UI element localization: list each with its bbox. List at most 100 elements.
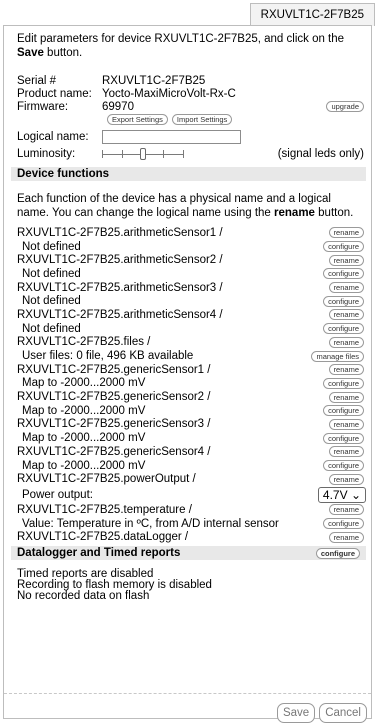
footer-buttons: Save Cancel xyxy=(276,703,367,723)
save-button[interactable]: Save xyxy=(276,703,316,723)
status-line: No recorded data on flash xyxy=(17,590,150,603)
upgrade-button[interactable]: upgrade xyxy=(326,101,364,112)
datalogger-header: Datalogger and Timed reports configure xyxy=(11,546,366,561)
logical-name-input[interactable] xyxy=(102,130,241,144)
configure-button[interactable]: configure xyxy=(323,460,364,472)
function-value: Not defined xyxy=(22,267,81,280)
manage-files-button[interactable]: manage files xyxy=(311,350,364,362)
function-name-row: RXUVLT1C-2F7B25.genericSensor3 / rename xyxy=(17,418,364,432)
slider-tick xyxy=(163,150,164,158)
import-settings-button[interactable]: Import Settings xyxy=(171,113,233,125)
configure-button[interactable]: configure xyxy=(323,241,364,253)
tab-device[interactable]: RXUVLT1C-2F7B25 xyxy=(249,3,375,26)
configure-button[interactable]: configure xyxy=(323,405,364,417)
function-name-row: RXUVLT1C-2F7B25.dataLogger / rename xyxy=(17,530,364,544)
slider-tick xyxy=(122,150,123,158)
serial-label: Serial # xyxy=(17,74,56,87)
rename-button[interactable]: rename xyxy=(328,254,364,266)
configure-button[interactable]: configure xyxy=(323,377,364,389)
product-label: Product name: xyxy=(17,87,92,100)
rename-button[interactable]: rename xyxy=(328,309,364,321)
configure-button[interactable]: configure xyxy=(323,268,364,280)
rename-button[interactable]: rename xyxy=(328,418,364,430)
configure-button[interactable]: configure xyxy=(323,518,364,530)
function-value-row: Not defined configure xyxy=(17,267,364,281)
function-name-row: RXUVLT1C-2F7B25.genericSensor2 / rename xyxy=(17,390,364,404)
function-value-row: Not defined configure xyxy=(17,294,364,308)
rename-button[interactable]: rename xyxy=(328,227,364,239)
luminosity-row: Luminosity: (signal leds only) xyxy=(17,145,364,163)
configure-button[interactable]: configure xyxy=(323,295,364,307)
function-value: Map to -2000...2000 mV xyxy=(22,377,146,390)
luminosity-label: Luminosity: xyxy=(17,148,76,160)
function-name-row: RXUVLT1C-2F7B25.arithmeticSensor2 / renam… xyxy=(17,253,364,267)
function-value-row: Value: Temperature in ºC, from A/D inter… xyxy=(17,517,364,531)
section-title: Datalogger and Timed reports xyxy=(17,547,181,560)
firmware-value: 69970 xyxy=(102,100,134,113)
intro-text: Edit parameters for device RXUVLT1C-2F7B… xyxy=(17,33,345,59)
function-name: RXUVLT1C-2F7B25.arithmeticSensor4 / xyxy=(17,308,223,321)
logical-name-label: Logical name: xyxy=(17,131,89,143)
datalogger-configure-button[interactable]: configure xyxy=(315,547,360,559)
product-row: Product name: Yocto-MaxiMicroVolt-Rx-C xyxy=(17,87,364,100)
function-name-row: RXUVLT1C-2F7B25.genericSensor1 / rename xyxy=(17,363,364,377)
settings-buttons: Export Settings Import Settings xyxy=(17,113,364,125)
section-title: Device functions xyxy=(17,168,110,180)
function-value: Map to -2000...2000 mV xyxy=(22,404,146,417)
cancel-button[interactable]: Cancel xyxy=(319,703,367,723)
export-settings-button[interactable]: Export Settings xyxy=(107,113,168,125)
function-value: Not defined xyxy=(22,240,81,253)
rename-button[interactable]: rename xyxy=(328,282,364,294)
slider-thumb[interactable] xyxy=(139,148,146,160)
product-value: Yocto-MaxiMicroVolt-Rx-C xyxy=(102,87,236,100)
configure-button[interactable]: configure xyxy=(323,323,364,335)
function-name-row: RXUVLT1C-2F7B25.arithmeticSensor4 / renam… xyxy=(17,308,364,322)
rename-button[interactable]: rename xyxy=(328,504,364,516)
function-name: RXUVLT1C-2F7B25.arithmeticSensor3 / xyxy=(17,281,223,294)
function-name: RXUVLT1C-2F7B25.temperature / xyxy=(17,503,192,516)
functions-intro: Each function of the device has a physic… xyxy=(17,193,354,219)
function-value-row: Map to -2000...2000 mV configure xyxy=(17,431,364,445)
function-name: RXUVLT1C-2F7B25.genericSensor1 / xyxy=(17,363,211,376)
rename-button[interactable]: rename xyxy=(328,364,364,376)
rename-button[interactable]: rename xyxy=(328,391,364,403)
firmware-row: Firmware: 69970 upgrade xyxy=(17,100,364,113)
datalogger-status: Timed reports are disabled Recording to … xyxy=(17,568,364,603)
function-list: RXUVLT1C-2F7B25.arithmeticSensor1 / renam… xyxy=(17,226,364,472)
function-value: Map to -2000...2000 mV xyxy=(22,432,146,445)
power-output-select[interactable]: 4.7V ⌄ xyxy=(317,486,366,503)
function-name-row: RXUVLT1C-2F7B25.genericSensor4 / rename xyxy=(17,445,364,459)
function-value-row: Map to -2000...2000 mV configure xyxy=(17,459,364,473)
function-value-row: Not defined configure xyxy=(17,322,364,336)
configure-button[interactable]: configure xyxy=(323,432,364,444)
function-name-row: RXUVLT1C-2F7B25.files / rename xyxy=(17,336,364,350)
firmware-label: Firmware: xyxy=(17,100,69,113)
rename-button[interactable]: rename xyxy=(328,336,364,348)
chevron-down-icon: ⌄ xyxy=(350,487,361,502)
function-value: Not defined xyxy=(22,322,81,335)
function-name: RXUVLT1C-2F7B25.genericSensor4 / xyxy=(17,445,211,458)
function-value-row: Not defined configure xyxy=(17,240,364,254)
function-name: RXUVLT1C-2F7B25.genericSensor3 / xyxy=(17,418,211,431)
rename-button[interactable]: rename xyxy=(328,473,364,485)
logical-name-row: Logical name: xyxy=(17,129,364,145)
rename-button[interactable]: rename xyxy=(328,531,364,543)
function-name-row: RXUVLT1C-2F7B25.arithmeticSensor3 / renam… xyxy=(17,281,364,295)
footer-divider xyxy=(4,693,371,694)
function-name: RXUVLT1C-2F7B25.powerOutput / xyxy=(17,473,196,486)
function-name: RXUVLT1C-2F7B25.files / xyxy=(17,336,151,349)
function-value-row: User files: 0 file, 496 KB available mana… xyxy=(17,349,364,363)
luminosity-slider[interactable] xyxy=(102,147,184,161)
rename-button[interactable]: rename xyxy=(328,446,364,458)
slider-tick xyxy=(102,150,103,158)
luminosity-note: (signal leds only) xyxy=(277,148,364,160)
function-value: Power output: xyxy=(22,488,93,501)
serial-row: Serial # RXUVLT1C-2F7B25 xyxy=(17,74,364,87)
function-value: Map to -2000...2000 mV xyxy=(22,459,146,472)
function-value-row: Map to -2000...2000 mV configure xyxy=(17,404,364,418)
function-name: RXUVLT1C-2F7B25.genericSensor2 / xyxy=(17,391,211,404)
function-name-row: RXUVLT1C-2F7B25.arithmeticSensor1 / renam… xyxy=(17,226,364,240)
function-name-row: RXUVLT1C-2F7B25.temperature / rename xyxy=(17,503,364,517)
function-name: RXUVLT1C-2F7B25.arithmeticSensor1 / xyxy=(17,226,223,239)
function-value: User files: 0 file, 496 KB available xyxy=(22,350,194,363)
